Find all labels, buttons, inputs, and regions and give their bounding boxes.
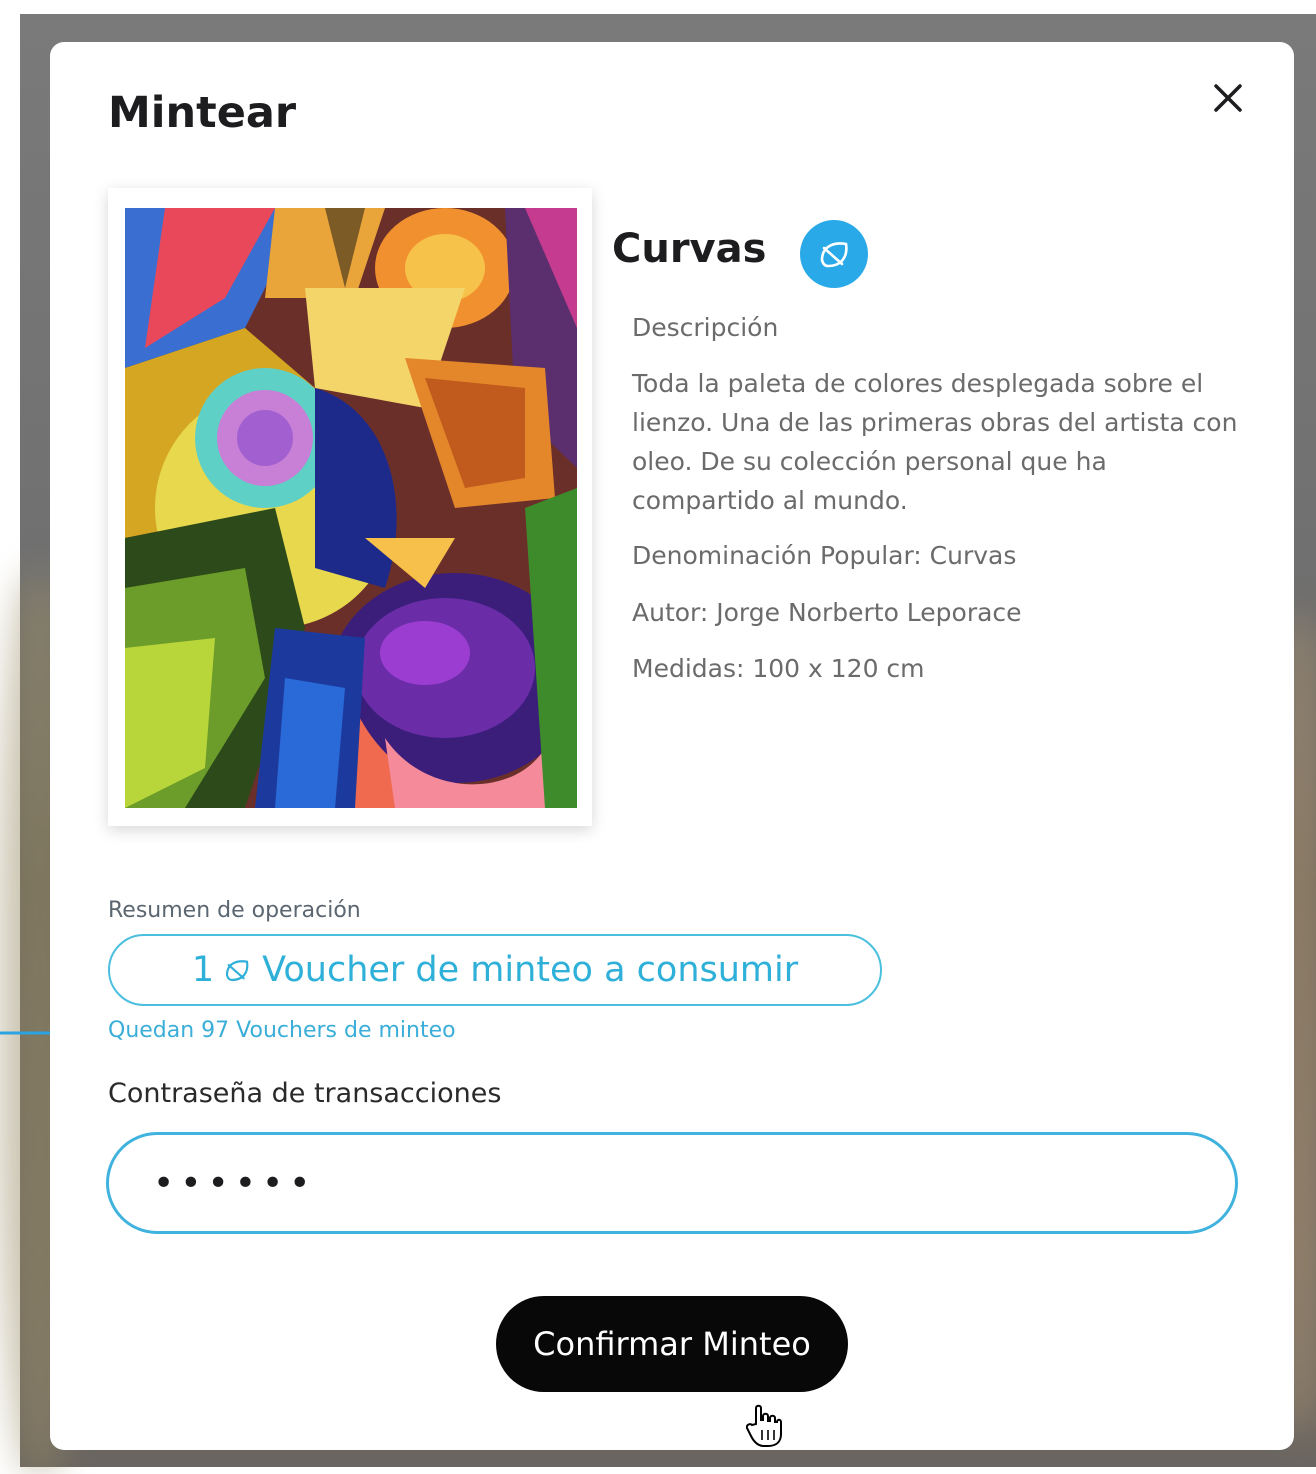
- confirm-mint-button[interactable]: Confirmar Minteo: [496, 1296, 848, 1392]
- leaf-icon: [226, 960, 249, 982]
- voucher-text: Voucher de minteo a consumir: [262, 950, 799, 990]
- artwork-image: [125, 208, 577, 808]
- description-label: Descripción: [632, 313, 779, 342]
- dimensions-text: Medidas: 100 x 120 cm: [632, 654, 925, 683]
- close-icon: [1214, 84, 1242, 112]
- leaf-badge: [800, 220, 868, 288]
- password-label: Contraseña de transacciones: [108, 1078, 502, 1109]
- popular-name: Denominación Popular: Curvas: [632, 541, 1017, 570]
- author-text: Autor: Jorge Norberto Leporace: [632, 598, 1022, 627]
- summary-label: Resumen de operación: [108, 898, 361, 923]
- artwork-frame: [108, 188, 592, 826]
- password-field[interactable]: [106, 1132, 1238, 1234]
- voucher-count: 1: [191, 950, 215, 990]
- leaf-icon: [820, 242, 848, 268]
- voucher-summary-pill: 1 Voucher de minteo a consumir: [108, 934, 882, 1006]
- hand-cursor-icon: [746, 1404, 782, 1447]
- remaining-vouchers: Quedan 97 Vouchers de minteo: [108, 1018, 456, 1043]
- dialog-title: Mintear: [108, 88, 297, 138]
- artwork-title: Curvas: [612, 226, 767, 272]
- description-text: Toda la paleta de colores desplegada sob…: [632, 369, 1238, 515]
- close-button[interactable]: [1206, 76, 1250, 120]
- mint-dialog: Mintear Curvas Descripción Toda la palet…: [50, 42, 1294, 1450]
